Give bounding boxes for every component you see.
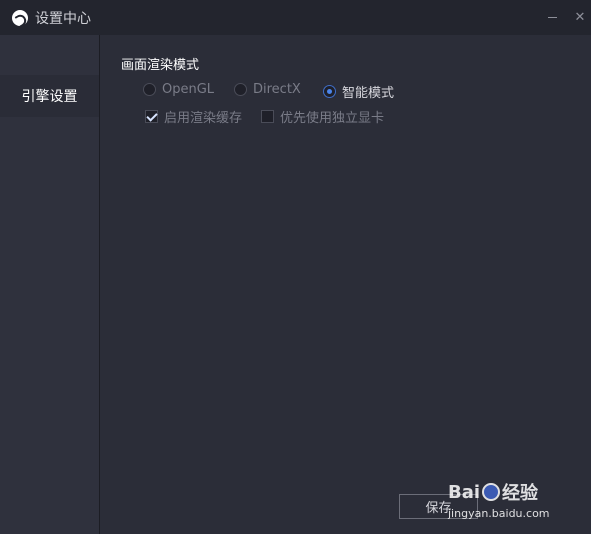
checkbox-label: 优先使用独立显卡 bbox=[280, 111, 385, 126]
checkbox-dedicated-gpu[interactable]: 优先使用独立显卡 bbox=[261, 107, 384, 126]
radio-indicator-selected[interactable] bbox=[323, 85, 336, 98]
sidebar-item-engine-settings[interactable]: 引擎设置 bbox=[0, 75, 99, 117]
paw-icon bbox=[482, 483, 501, 501]
radio-label: DirectX bbox=[253, 82, 301, 97]
minimize-icon bbox=[547, 17, 557, 18]
watermark-url: jingyan.baidu.com bbox=[448, 507, 550, 520]
radio-opengl[interactable]: OpenGL bbox=[143, 82, 214, 97]
minimize-button[interactable] bbox=[540, 0, 564, 35]
title-bar: 设置中心 ✕ bbox=[0, 0, 591, 35]
radio-indicator[interactable] bbox=[234, 83, 247, 96]
section-title: 画面渲染模式 bbox=[121, 58, 200, 73]
radio-label: 智能模式 bbox=[342, 86, 395, 101]
checkbox-render-cache[interactable]: 启用渲染缓存 bbox=[145, 107, 242, 126]
checkbox-indicator-checked[interactable] bbox=[145, 110, 158, 123]
checkbox-indicator[interactable] bbox=[261, 110, 274, 123]
settings-panel: 画面渲染模式 OpenGL DirectX 智能模式 启用渲染缓存 优先使用独立… bbox=[100, 35, 591, 534]
watermark-brand: Bai bbox=[448, 481, 481, 503]
radio-directx[interactable]: DirectX bbox=[234, 82, 301, 97]
watermark-brand2: 经验 bbox=[502, 483, 539, 504]
sidebar: 引擎设置 bbox=[0, 35, 100, 534]
close-button[interactable]: ✕ bbox=[568, 0, 591, 35]
app-logo-icon bbox=[12, 9, 28, 26]
watermark: Bai 经验 jingyan.baidu.com bbox=[448, 479, 584, 525]
radio-indicator[interactable] bbox=[143, 83, 156, 96]
checkbox-label: 启用渲染缓存 bbox=[164, 111, 243, 126]
window-title: 设置中心 bbox=[35, 10, 91, 27]
radio-smart-mode[interactable]: 智能模式 bbox=[323, 82, 394, 101]
sidebar-item-label: 引擎设置 bbox=[21, 89, 78, 105]
radio-label: OpenGL bbox=[162, 82, 215, 97]
close-icon: ✕ bbox=[574, 10, 586, 25]
